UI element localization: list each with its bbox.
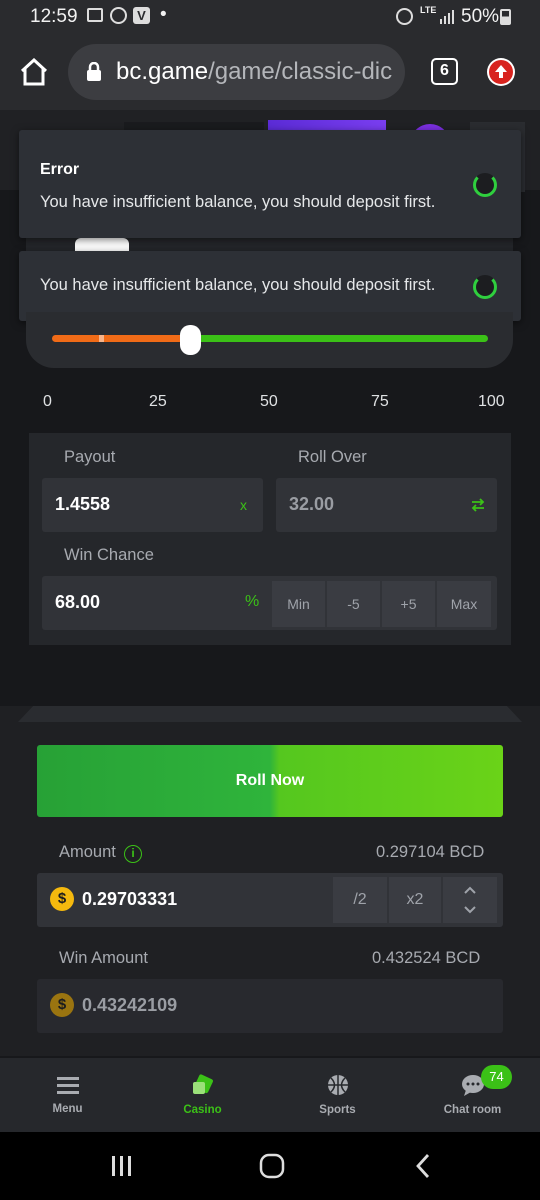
url-bar[interactable]: bc.game/game/classic-dic [68, 44, 405, 100]
win-amount-bcd-value: 0.432524 BCD [372, 949, 481, 967]
sports-icon [327, 1075, 348, 1095]
slider-marker [99, 335, 104, 342]
slider-tick: 25 [149, 393, 167, 410]
casino-icon [192, 1074, 213, 1094]
win-chance-value: 68.00 [55, 592, 101, 612]
win-amount-value: 0.43242109 [82, 995, 178, 1015]
nav-menu[interactable]: Menu [0, 1058, 135, 1132]
roll-now-button[interactable]: Roll Now [37, 745, 503, 817]
win-amount-label: Win Amount [59, 949, 148, 967]
lock-icon [87, 62, 101, 81]
update-button[interactable] [487, 58, 515, 86]
update-arrow-icon [489, 60, 513, 84]
recent-apps-icon[interactable] [110, 1154, 134, 1178]
slider-tick: 75 [371, 393, 389, 410]
menu-icon [56, 1077, 79, 1094]
min-button[interactable]: Min [272, 581, 325, 627]
loading-spinner-icon [473, 275, 497, 299]
minus-5-button[interactable]: -5 [327, 581, 380, 627]
vimeo-icon: V [133, 7, 150, 24]
slider-tick: 50 [260, 393, 278, 410]
browser-toolbar: bc.game/game/classic-dic 6 [0, 34, 540, 110]
whatsapp-icon [110, 7, 127, 24]
error-toast: Error You have insufficient balance, you… [19, 130, 521, 238]
info-icon[interactable]: i [124, 845, 142, 863]
signal-icon [440, 10, 454, 24]
chat-badge: 74 [481, 1065, 512, 1089]
url-path: /game/classic-dic [208, 58, 393, 85]
bcd-coin-icon: $ [50, 993, 74, 1017]
slider-win-range [190, 335, 488, 342]
home-icon[interactable] [19, 58, 49, 86]
nav-chat-room[interactable]: Chat room [405, 1058, 540, 1132]
nav-label: Sports [319, 1104, 356, 1116]
amount-label: Amount [59, 843, 116, 861]
battery-icon [500, 9, 511, 25]
payout-input[interactable]: 1.4558 x [42, 478, 263, 532]
amount-bcd-value: 0.297104 BCD [376, 843, 485, 861]
slider-lose-range [52, 335, 190, 342]
nav-sports[interactable]: Sports [270, 1058, 405, 1132]
chevron-up-down-icon [464, 886, 476, 914]
status-bar: 12:59 V • LTE 50% [0, 0, 540, 34]
half-button[interactable]: /2 [333, 877, 387, 923]
section-divider [18, 706, 522, 722]
slider-tick: 100 [478, 393, 505, 410]
error-toast-2: You have insufficient balance, you shoul… [19, 251, 521, 321]
tabs-count-button[interactable]: 6 [431, 58, 458, 85]
toast-message: You have insufficient balance, you shoul… [40, 193, 436, 211]
gallery-icon [87, 8, 103, 22]
payout-value: 1.4558 [55, 494, 111, 514]
nav-label: Casino [183, 1104, 222, 1116]
nav-casino[interactable]: Casino [135, 1058, 270, 1132]
back-icon[interactable] [414, 1153, 432, 1179]
loading-spinner-icon [473, 173, 497, 197]
system-nav-bar [0, 1132, 540, 1200]
amount-value: 0.29703331 [82, 889, 178, 909]
plus-5-button[interactable]: +5 [382, 581, 435, 627]
roll-over-label: Roll Over [298, 448, 367, 466]
toast-title: Error [40, 161, 80, 178]
win-chance-label: Win Chance [64, 546, 154, 564]
nav-label: Menu [52, 1103, 83, 1115]
double-button[interactable]: x2 [389, 877, 441, 923]
alarm-icon [396, 8, 413, 25]
win-amount-field: $ 0.43242109 [37, 979, 503, 1033]
max-button[interactable]: Max [437, 581, 491, 627]
dice-result-card [75, 238, 129, 252]
status-time: 12:59 [30, 6, 78, 27]
nav-label: Chat room [443, 1104, 502, 1116]
slider-tick: 0 [43, 393, 52, 410]
network-type: LTE [420, 5, 437, 15]
url-domain: bc.game [116, 58, 209, 85]
bcd-coin-icon: $ [50, 887, 74, 911]
percent-icon: % [245, 593, 260, 610]
roll-over-input[interactable]: 32.00 [276, 478, 497, 532]
toast-message: You have insufficient balance, you shoul… [40, 276, 436, 294]
swap-icon[interactable] [470, 498, 486, 512]
home-nav-icon[interactable] [259, 1153, 285, 1179]
amount-stepper[interactable] [443, 877, 497, 923]
notification-dot: • [160, 4, 167, 25]
slider-handle[interactable] [180, 325, 201, 355]
roll-over-value: 32.00 [289, 494, 335, 514]
payout-label: Payout [64, 448, 116, 466]
multiplier-icon: x [240, 497, 247, 513]
battery-percent: 50% [461, 6, 500, 27]
